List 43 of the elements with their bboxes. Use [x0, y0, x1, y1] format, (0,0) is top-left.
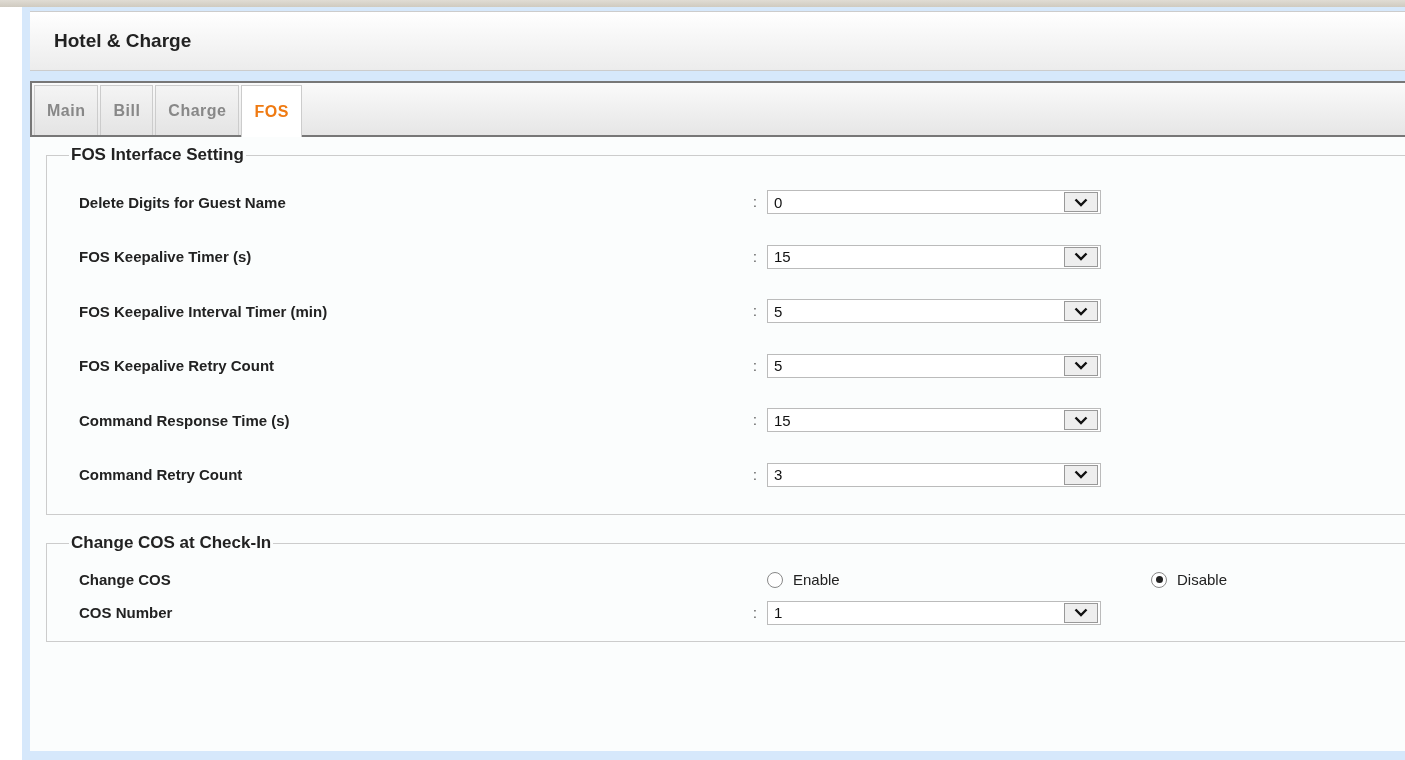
colon: :: [753, 357, 758, 374]
colon: :: [753, 194, 758, 211]
field-label: FOS Keepalive Timer (s): [79, 248, 253, 266]
field-label: FOS Keepalive Retry Count: [79, 357, 276, 375]
colon: :: [753, 604, 758, 621]
field-label: Command Retry Count: [79, 466, 244, 484]
dropdown-button[interactable]: [1064, 192, 1098, 213]
dropdown-button[interactable]: [1064, 464, 1098, 485]
dropdown-button[interactable]: [1064, 410, 1098, 431]
caret-icon: [1074, 197, 1088, 207]
dropdown[interactable]: 5: [767, 299, 1101, 324]
page-title: Hotel & Charge: [54, 30, 192, 52]
field-label: COS Number: [79, 604, 174, 621]
caret-icon: [1074, 470, 1088, 480]
radio-button[interactable]: [767, 571, 783, 588]
dropdown[interactable]: 5: [767, 353, 1101, 378]
field-label: Command Response Time (s): [79, 411, 291, 429]
dropdown-button[interactable]: [1064, 301, 1098, 322]
dropdown[interactable]: 15: [767, 408, 1101, 433]
radio-label: Disable: [1177, 571, 1228, 588]
field-label: FOS Keepalive Interval Timer (min): [79, 302, 329, 320]
colon: :: [753, 303, 758, 320]
radio-label: Enable: [793, 571, 840, 588]
dropdown-button[interactable]: [1064, 355, 1098, 376]
colon: :: [753, 466, 758, 483]
colon: :: [753, 248, 758, 265]
dropdown[interactable]: 3: [767, 462, 1101, 487]
group-title: FOS Interface Setting: [70, 145, 245, 165]
dropdown[interactable]: 0: [767, 190, 1101, 215]
dropdown[interactable]: 1: [767, 600, 1101, 625]
caret-icon: [1074, 252, 1088, 262]
dropdown-button[interactable]: [1064, 602, 1098, 623]
field-label: Delete Digits for Guest Name: [79, 193, 287, 211]
dropdown[interactable]: 15: [767, 244, 1101, 269]
caret-icon: [1074, 361, 1088, 371]
caret-icon: [1074, 608, 1088, 617]
caret-icon: [1074, 415, 1088, 425]
caret-icon: [1074, 306, 1088, 316]
group-title: Change COS at Check-In: [70, 533, 273, 553]
dropdown-button[interactable]: [1064, 246, 1098, 267]
colon: :: [753, 412, 758, 429]
radio-button[interactable]: [1151, 571, 1167, 588]
field-label: Change COS: [79, 571, 172, 588]
